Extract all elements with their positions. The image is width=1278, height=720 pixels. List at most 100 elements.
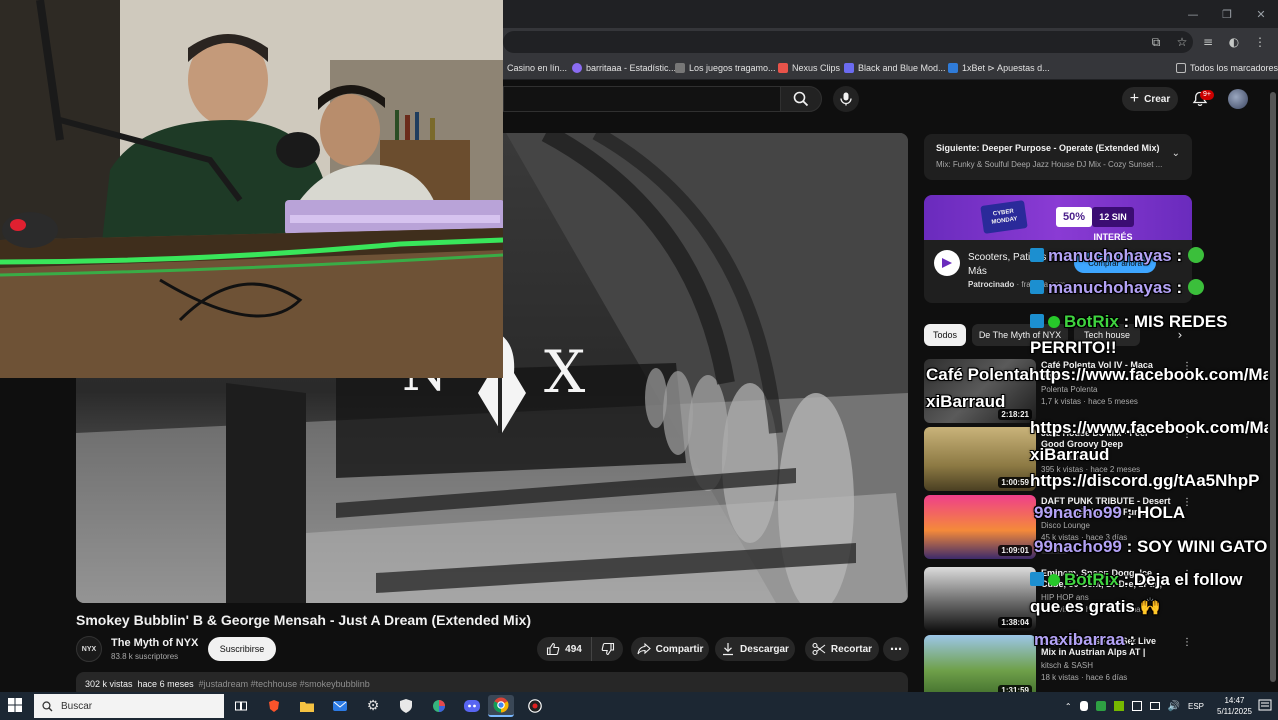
video-thumbnail[interactable]: 1:38:04 — [924, 567, 1036, 631]
bookmark-label: Casino en lín... — [507, 63, 568, 73]
bookmark-item[interactable]: Black and Blue Mod... — [844, 60, 946, 76]
all-bookmarks-folder[interactable]: Todos los marcadores — [1176, 60, 1278, 76]
hashtags[interactable]: #justadream #techhouse #smokeybubblinb — [199, 679, 370, 689]
channel-name[interactable]: The Myth of NYX — [111, 637, 198, 649]
clip-button[interactable]: Recortar — [805, 637, 879, 661]
window-controls: — ❐ ✕ — [1176, 0, 1278, 28]
bookmark-favicon-icon — [778, 63, 788, 73]
nyx-letter-x: X — [544, 338, 586, 406]
profile-icon[interactable]: ◐ — [1224, 32, 1244, 52]
chat-message: BotRix : Deja el follow — [1030, 570, 1243, 590]
language-indicator[interactable]: ESP — [1188, 702, 1204, 711]
bookmark-favicon-icon — [675, 63, 685, 73]
chat-text: : MIS REDES — [1118, 312, 1228, 331]
chat-username: BotRix — [1064, 312, 1119, 331]
dislike-button[interactable] — [591, 637, 623, 661]
ad-banner[interactable]: CYBER MONDAY 50% 12 SIN INTERÉS — [924, 195, 1192, 242]
channel-avatar[interactable]: NYX — [76, 636, 102, 662]
stream-chat-overlay: manuchohayas : manuchohayas : BotRix : M… — [926, 240, 1278, 680]
chat-text: : HOLA — [1121, 503, 1186, 522]
chat-text: : SOY WINI GATO — [1121, 537, 1268, 556]
chat-username: maxibarraa — [1034, 630, 1125, 649]
network-icon[interactable] — [1149, 702, 1160, 710]
view-count: 302 k vistas — [85, 679, 133, 689]
bookmark-favicon-icon — [844, 63, 854, 73]
all-bookmarks-label: Todos los marcadores — [1190, 63, 1278, 73]
maximize-button[interactable]: ❐ — [1210, 0, 1244, 28]
settings-gear-icon[interactable]: ⚙ — [360, 695, 386, 717]
discount-badge: 50% — [1056, 207, 1092, 227]
youtube-search-button[interactable] — [780, 86, 822, 112]
bookmark-star-icon[interactable]: ☆ — [1172, 32, 1192, 52]
thumbs-up-icon — [547, 642, 560, 656]
video-thumbnail[interactable]: 1:31:59 — [924, 635, 1036, 699]
bookmark-item[interactable]: Los juegos tragamo... — [675, 60, 776, 76]
task-view-icon[interactable] — [228, 695, 254, 717]
close-window-button[interactable]: ✕ — [1244, 0, 1278, 28]
tray-app-green-icon[interactable] — [1095, 701, 1106, 711]
chat-username: manuchohayas — [1048, 246, 1172, 265]
chat-text: : Deja el follow — [1118, 570, 1243, 589]
up-next-card[interactable]: Siguiente: Deeper Purpose - Operate (Ext… — [924, 134, 1192, 180]
chat-message: 99nacho99 : SOY WINI GATO — [1034, 537, 1267, 557]
chat-message: 99nacho99 : HOLA — [1034, 503, 1185, 523]
chat-username: BotRix — [1064, 570, 1119, 589]
bookmark-item[interactable]: Casino en lín... — [507, 60, 567, 76]
youtube-search-input[interactable] — [503, 86, 781, 112]
screen: — ❐ ✕ ⧉ ☆ ≡ ◐ ⋮ Casino en lín... barrita… — [0, 0, 1278, 720]
voice-search-button[interactable] — [833, 86, 859, 112]
scrollbar-thumb[interactable] — [1270, 92, 1276, 682]
upload-age: hace 6 meses — [137, 679, 194, 689]
sub-badge-icon — [1030, 314, 1044, 328]
security-shield-icon[interactable] — [393, 695, 419, 717]
create-button[interactable]: + Crear — [1122, 87, 1178, 111]
system-clock[interactable]: 14:47 5/11/2025 — [1217, 695, 1252, 717]
more-actions-button[interactable]: ⋯ — [883, 637, 909, 661]
file-explorer-icon[interactable] — [294, 695, 320, 717]
subscribe-button[interactable]: Suscribirse — [208, 637, 276, 661]
chip-all[interactable]: Todos — [924, 324, 966, 346]
video-thumbnail[interactable]: 1:00:59 — [924, 427, 1036, 491]
discord-icon[interactable] — [459, 695, 485, 717]
up-next-title: Siguiente: Deeper Purpose - Operate (Ext… — [936, 143, 1160, 153]
clock-date: 5/11/2025 — [1217, 707, 1252, 716]
advertiser-logo[interactable] — [934, 250, 960, 276]
bookmark-favicon-icon — [572, 63, 582, 73]
clip-label: Recortar — [830, 643, 873, 655]
bookmark-item[interactable]: 1xBet ⊳ Apuestas d... — [948, 60, 1050, 76]
minimize-button[interactable]: — — [1176, 0, 1210, 28]
video-thumbnail[interactable]: 1:09:01 — [924, 495, 1036, 559]
create-label: Crear — [1144, 93, 1171, 105]
fravega-logo-icon — [942, 258, 952, 268]
chat-text: : — [1171, 246, 1183, 265]
more-horizontal-icon: ⋯ — [890, 642, 902, 656]
download-button[interactable]: Descargar — [715, 637, 795, 661]
bookmark-item[interactable]: barritaaa - Estadístic... — [572, 60, 676, 76]
chat-username: 99nacho99 — [1034, 537, 1122, 556]
chrome-icon[interactable] — [488, 695, 514, 717]
microphone-tray-icon[interactable] — [1079, 701, 1088, 711]
chevron-up-icon[interactable]: ⌃ — [1065, 702, 1072, 711]
tray-app-generic-icon[interactable] — [1131, 701, 1142, 711]
share-button[interactable]: Compartir — [631, 637, 709, 661]
windows-taskbar: Buscar ⚙ ⌃ 🔊 ESP 14:47 5/11/2025 — [0, 692, 1278, 720]
subscriber-count: 83.8 k suscriptores — [111, 652, 179, 661]
media-control-icon[interactable]: ≡ — [1198, 32, 1218, 52]
bookmark-label: Black and Blue Mod... — [858, 63, 946, 73]
bookmark-item[interactable]: Nexus Clips — [778, 60, 840, 76]
browser-menu-icon[interactable]: ⋮ — [1250, 32, 1270, 52]
like-button[interactable]: 494 — [537, 637, 591, 661]
address-bar[interactable] — [503, 31, 1193, 53]
brave-browser-icon[interactable] — [261, 695, 287, 717]
windows-start-icon[interactable] — [8, 698, 22, 712]
taskbar-search-input[interactable]: Buscar — [34, 694, 224, 718]
notification-center-icon[interactable] — [1258, 699, 1272, 713]
color-app-icon[interactable] — [426, 695, 452, 717]
mail-app-icon[interactable] — [327, 695, 353, 717]
tray-app-nvidia-icon[interactable] — [1113, 701, 1124, 711]
install-app-icon[interactable]: ⧉ — [1146, 32, 1166, 52]
volume-icon[interactable]: 🔊 — [1168, 701, 1180, 712]
account-avatar[interactable] — [1228, 89, 1248, 109]
obs-recorder-icon[interactable] — [522, 695, 548, 717]
chevron-down-icon[interactable]: ⌄ — [1172, 148, 1180, 159]
